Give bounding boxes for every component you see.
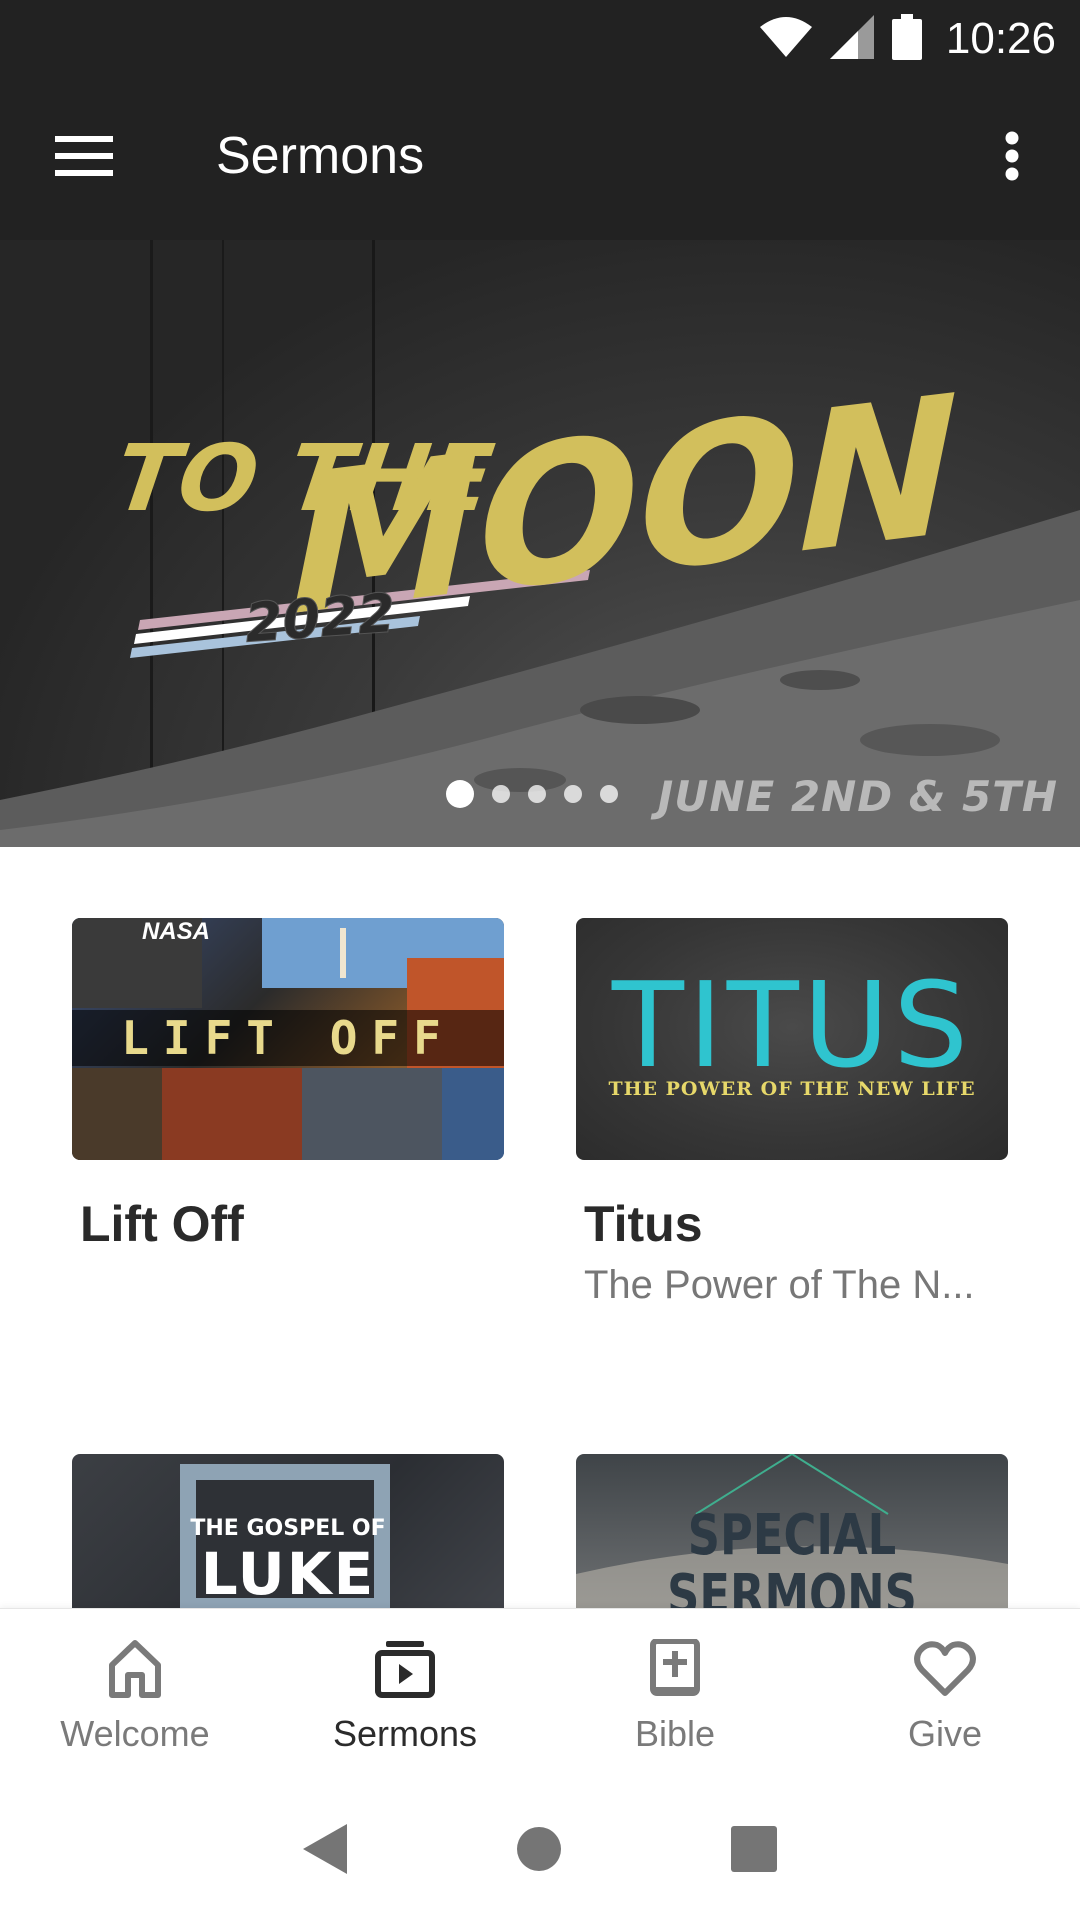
app-bar: Sermons: [0, 78, 1080, 240]
home-circle-icon[interactable]: [517, 1826, 561, 1876]
nav-label: Give: [907, 1713, 983, 1754]
back-icon[interactable]: [303, 1823, 347, 1879]
video-library-icon: [374, 1639, 436, 1704]
carousel-dot[interactable]: [492, 785, 510, 803]
overflow-menu-button[interactable]: [984, 118, 1040, 198]
system-navigation-bar: [0, 1782, 1080, 1920]
nav-welcome[interactable]: Welcome: [0, 1609, 270, 1783]
page-title: Sermons: [216, 127, 425, 185]
hero-artwork: TO THE MOON 2022: [0, 240, 1080, 847]
carousel-dot-active[interactable]: [446, 780, 474, 808]
series-subtitle: The Power of The N...: [584, 1263, 975, 1307]
signal-icon: [829, 14, 874, 64]
status-icons: 10:26: [759, 13, 1056, 65]
lift-off-art-text: LIFT OFF: [72, 1010, 504, 1066]
carousel-dot[interactable]: [600, 785, 618, 803]
more-vert-icon: [1004, 131, 1020, 186]
titus-art-text: TITUS: [611, 956, 973, 1094]
bible-icon: [649, 1638, 701, 1704]
carousel-indicator: [446, 780, 618, 808]
nav-label: Welcome: [60, 1713, 210, 1754]
hero-banner[interactable]: TO THE MOON 2022 JUNE 2ND & 5TH: [0, 240, 1080, 847]
bottom-navigation: Welcome Sermons Bible Give: [0, 1608, 1080, 1782]
battery-icon: [891, 13, 922, 65]
nav-label: Sermons: [332, 1713, 478, 1754]
recents-square-icon[interactable]: [731, 1825, 777, 1877]
series-card-titus[interactable]: TITUS THE POWER OF THE NEW LIFE Titus Th…: [576, 918, 1008, 1310]
nasa-logo: NASA: [142, 918, 211, 945]
luke-art-text-1: THE GOSPEL OF: [190, 1516, 386, 1541]
hamburger-menu-icon: [55, 134, 113, 183]
nav-sermons[interactable]: Sermons: [270, 1609, 540, 1783]
series-thumbnail[interactable]: TITUS THE POWER OF THE NEW LIFE: [576, 918, 1008, 1160]
nav-give[interactable]: Give: [810, 1609, 1080, 1783]
carousel-dot[interactable]: [564, 785, 582, 803]
home-icon: [108, 1639, 162, 1704]
series-card-lift-off[interactable]: NASA LIFT OFF Lift Off: [72, 918, 504, 1260]
nav-bible[interactable]: Bible: [540, 1609, 810, 1783]
nav-label: Bible: [634, 1713, 716, 1754]
titus-art-subtext: THE POWER OF THE NEW LIFE: [608, 1078, 976, 1100]
carousel-dot[interactable]: [528, 785, 546, 803]
wifi-icon: [759, 16, 812, 62]
svg-text:2022: 2022: [243, 581, 397, 654]
heart-icon: [914, 1639, 976, 1704]
series-title: Titus: [584, 1196, 703, 1252]
hero-date: JUNE 2ND & 5TH: [657, 772, 1058, 821]
series-title: Lift Off: [80, 1196, 244, 1252]
status-bar: 10:26: [0, 0, 1080, 78]
menu-button[interactable]: [40, 118, 128, 198]
series-thumbnail[interactable]: NASA LIFT OFF: [72, 918, 504, 1160]
status-time: 10:26: [945, 14, 1056, 63]
luke-art-text-2: LUKE: [200, 1540, 376, 1608]
